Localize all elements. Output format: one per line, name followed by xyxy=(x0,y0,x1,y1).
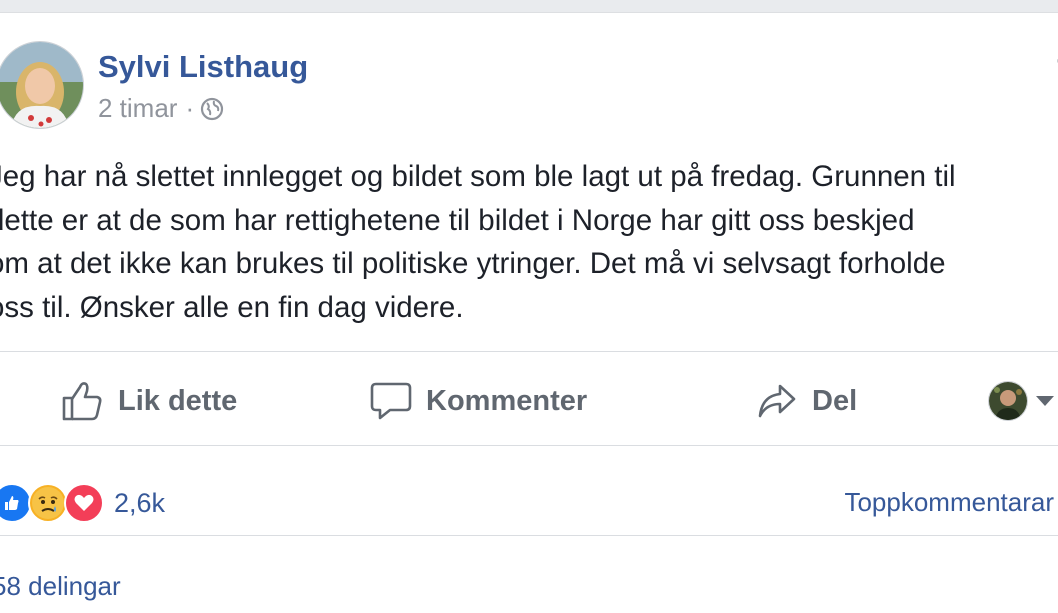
share-as-selector[interactable] xyxy=(988,381,1054,421)
post-text-line: Jeg har nå slettet innlegget og bildet s… xyxy=(0,160,956,193)
meta-separator: · xyxy=(185,93,195,123)
divider xyxy=(0,535,1058,536)
share-button[interactable]: Del xyxy=(756,375,857,427)
share-count-link[interactable]: 58 delingar xyxy=(0,571,121,602)
divider xyxy=(0,351,1058,352)
comment-label: Kommenter xyxy=(426,384,588,417)
post-card: Sylvi Listhaug 2 timar · · Jeg har nå sl… xyxy=(0,12,1058,613)
post-time[interactable]: 2 timar xyxy=(98,93,177,124)
post-text-line: om at det ikke kan brukes til politiske … xyxy=(0,247,946,280)
divider xyxy=(0,445,1058,446)
post-text: Jeg har nå slettet innlegget og bildet s… xyxy=(0,155,1058,329)
globe-icon[interactable] xyxy=(200,97,224,121)
comment-button[interactable]: Kommenter xyxy=(370,375,587,427)
comment-sort-dropdown[interactable]: Toppkommentarar xyxy=(844,487,1058,518)
post-text-line: dette er at de som har rettighetene til … xyxy=(0,203,915,237)
share-arrow-icon xyxy=(758,384,796,418)
author-photo xyxy=(0,42,83,128)
like-button[interactable]: Lik dette xyxy=(60,375,237,427)
author-name[interactable]: Sylvi Listhaug xyxy=(98,49,308,85)
sad-icon xyxy=(28,483,68,523)
comment-icon xyxy=(370,382,412,420)
chevron-down-icon xyxy=(1036,396,1054,406)
post-options-icon[interactable]: · xyxy=(1054,43,1058,77)
post-meta: 2 timar · xyxy=(98,93,224,124)
thumbs-up-icon xyxy=(62,382,102,421)
love-icon xyxy=(64,483,104,523)
post-text-line: oss til. Ønsker alle en fin dag videre. xyxy=(0,290,464,324)
share-label: Del xyxy=(812,384,858,417)
like-label: Lik dette xyxy=(118,384,238,417)
comment-sort-label: Toppkommentarar xyxy=(844,487,1054,517)
viewer-avatar xyxy=(988,381,1028,421)
author-avatar[interactable] xyxy=(0,41,84,129)
reaction-count: 2,6k xyxy=(114,487,166,518)
reactions-summary[interactable]: 2,6k xyxy=(0,483,165,523)
